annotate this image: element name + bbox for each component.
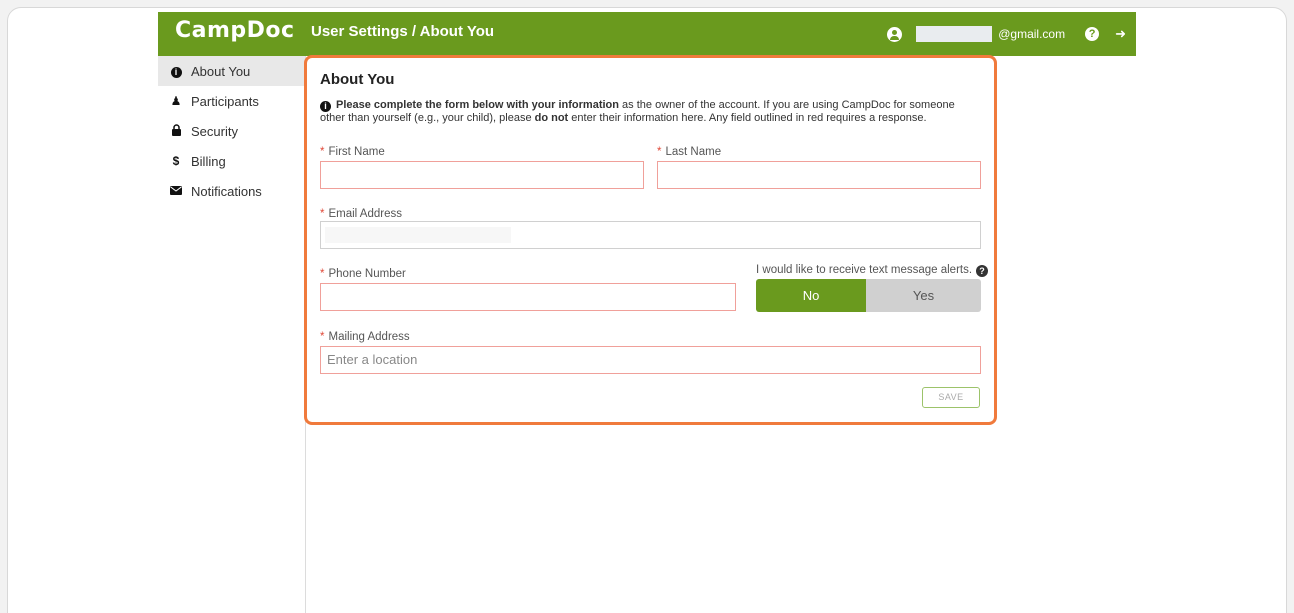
toggle-no-button[interactable]: No: [756, 279, 866, 312]
about-you-form: About You i Please complete the form belo…: [304, 55, 997, 425]
email-redaction: [325, 227, 511, 243]
form-title: About You: [320, 71, 395, 88]
sidebar-item-label: Security: [191, 123, 238, 139]
mailing-address-label: * Mailing Address: [320, 331, 410, 343]
notice-do-not: do not: [534, 112, 569, 124]
form-notice: i Please complete the form below with you…: [320, 99, 980, 125]
lock-icon: [167, 123, 185, 139]
envelope-icon: [167, 184, 185, 198]
account-area: @gmail.com ? ➜: [887, 26, 1126, 42]
sidebar-item-label: About You: [191, 63, 251, 79]
email-label: * Email Address: [320, 208, 402, 220]
first-name-label: * First Name: [320, 146, 385, 158]
page-title: User Settings / About You: [311, 23, 495, 40]
top-header: CampDoc User Settings / About You @gmail…: [158, 12, 1136, 56]
last-name-label: * Last Name: [657, 146, 722, 158]
info-circle-icon: i: [167, 64, 185, 78]
sidebar-item-participants[interactable]: ♟ Participants: [158, 86, 305, 116]
account-email[interactable]: @gmail.com: [998, 27, 1065, 41]
phone-input[interactable]: [320, 283, 736, 311]
mailing-address-input[interactable]: Enter a location: [320, 346, 981, 374]
email-redaction: [916, 26, 993, 42]
last-name-input[interactable]: [657, 161, 981, 189]
notice-text-2: enter their information here. Any field …: [568, 112, 927, 124]
sidebar-item-billing[interactable]: $ Billing: [158, 146, 305, 176]
sidebar-item-label: Participants: [191, 93, 259, 109]
sidebar-item-about-you[interactable]: i About You: [158, 56, 305, 86]
email-field[interactable]: [320, 221, 981, 249]
first-name-input[interactable]: [320, 161, 644, 189]
question-circle-icon[interactable]: ?: [1085, 27, 1100, 41]
text-alerts-label: I would like to receive text message ale…: [756, 264, 989, 277]
sidebar: i About You ♟ Participants Security $ Bi…: [158, 56, 306, 613]
toggle-yes-button[interactable]: Yes: [866, 279, 981, 312]
sidebar-item-security[interactable]: Security: [158, 116, 305, 146]
text-alerts-toggle[interactable]: No Yes: [756, 279, 981, 312]
phone-label: * Phone Number: [320, 268, 406, 280]
save-button[interactable]: SAVE: [922, 387, 980, 408]
dollar-icon: $: [172, 154, 180, 168]
sign-out-icon[interactable]: ➜: [1115, 27, 1126, 41]
sidebar-item-notifications[interactable]: Notifications: [158, 176, 305, 206]
users-icon: ♟: [170, 94, 182, 108]
user-circle-icon[interactable]: [887, 26, 903, 42]
sidebar-item-label: Billing: [191, 153, 226, 169]
info-circle-icon: i: [320, 101, 331, 112]
question-circle-icon[interactable]: ?: [976, 265, 989, 277]
sidebar-item-label: Notifications: [191, 183, 262, 199]
notice-bold: Please complete the form below with your…: [336, 99, 619, 111]
campdoc-logo[interactable]: CampDoc: [175, 18, 295, 43]
